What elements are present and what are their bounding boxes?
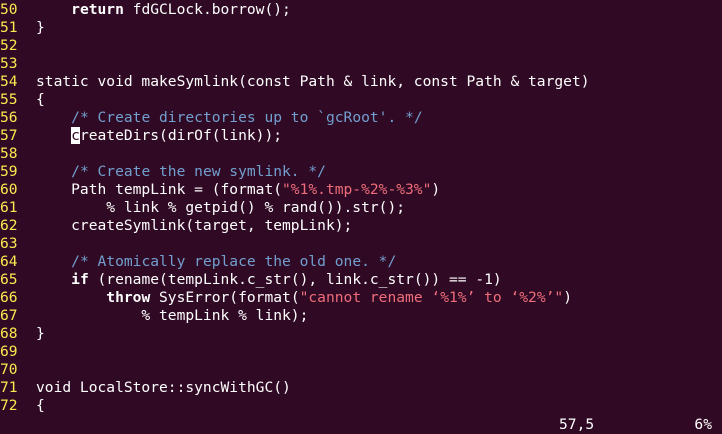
line-number: 63 xyxy=(0,235,18,252)
line-number: 65 xyxy=(0,271,18,288)
code-line[interactable]: 51} xyxy=(0,19,722,37)
status-line: 57,5 6% xyxy=(0,416,722,434)
line-code: throw SysError(format("cannot rename ‘%1… xyxy=(36,289,572,307)
code-text: reateDirs(dirOf(link)); xyxy=(79,127,283,144)
line-number: 52 xyxy=(0,37,18,54)
line-code: /* Atomically replace the old one. */ xyxy=(36,253,396,271)
code-line[interactable]: 55 { xyxy=(0,91,722,109)
code-text: } xyxy=(36,325,45,342)
code-line[interactable]: 61 % link % getpid() % rand()).str(); xyxy=(0,199,722,217)
line-number: 68 xyxy=(0,325,18,342)
line-code: /* Create the new symlink. */ xyxy=(36,163,326,181)
code-line[interactable]: 50 return fdGCLock.borrow(); xyxy=(0,1,722,19)
scroll-percent: 6% xyxy=(694,416,712,433)
line-code: { xyxy=(36,397,45,415)
code-text: % link % getpid() % rand()).str(); xyxy=(36,199,406,216)
line-number: 50 xyxy=(0,1,18,18)
string-literal: "%1%.tmp-%2%-%3%" xyxy=(282,181,432,198)
line-code: /* Create directories up to `gcRoot'. */ xyxy=(36,109,423,127)
line-code: % link % getpid() % rand()).str(); xyxy=(36,199,405,217)
line-code: static void makeSymlink(const Path & lin… xyxy=(36,73,590,91)
code-line[interactable]: 60 Path tempLink = (format("%1%.tmp-%2%-… xyxy=(0,181,722,199)
line-number: 54 xyxy=(0,73,18,90)
code-line[interactable]: 69 xyxy=(0,343,722,361)
line-number: 60 xyxy=(0,181,18,198)
comment: /* Create the new symlink. */ xyxy=(71,163,326,180)
code-line[interactable]: 52 xyxy=(0,37,722,55)
code-line[interactable]: 72 { xyxy=(0,397,722,415)
code-line[interactable]: 71 void LocalStore::syncWithGC() xyxy=(0,379,722,397)
line-number: 61 xyxy=(0,199,18,216)
code-line[interactable]: 62 createSymlink(target, tempLink); xyxy=(0,217,722,235)
line-code: } xyxy=(36,19,45,37)
code-text: void LocalStore::syncWithGC() xyxy=(36,379,291,396)
code-line[interactable]: 56 /* Create directories up to `gcRoot'.… xyxy=(0,109,722,127)
code-line[interactable]: 65 if (rename(tempLink.c_str(), link.c_s… xyxy=(0,271,722,289)
code-line[interactable]: 67 % tempLink % link); xyxy=(0,307,722,325)
code-text: } xyxy=(36,19,45,36)
line-code: { xyxy=(36,91,45,109)
line-number: 56 xyxy=(0,109,18,126)
line-number: 55 xyxy=(0,91,18,108)
line-number: 69 xyxy=(0,343,18,360)
code-line[interactable]: 63 xyxy=(0,235,722,253)
code-line[interactable]: 54 static void makeSymlink(const Path & l… xyxy=(0,73,722,91)
code-line[interactable]: 53 xyxy=(0,55,722,73)
code-line[interactable]: 66 throw SysError(format("cannot rename … xyxy=(0,289,722,307)
text-cursor: c xyxy=(71,127,80,144)
line-number: 66 xyxy=(0,289,18,306)
keyword: throw xyxy=(106,289,151,306)
code-text: (rename(tempLink.c_str(), link.c_str()) … xyxy=(88,271,502,288)
comment: /* Atomically replace the old one. */ xyxy=(71,253,397,270)
code-text: { xyxy=(36,397,45,414)
code-text: fdGCLock.borrow(); xyxy=(123,1,291,18)
code-text: ) xyxy=(431,181,441,198)
cursor-position: 57,5 xyxy=(559,416,595,433)
line-code: Path tempLink = (format("%1%.tmp-%2%-%3%… xyxy=(36,181,440,199)
line-number: 64 xyxy=(0,253,18,270)
string-literal: "cannot rename ‘%1%’ to ‘%2%’" xyxy=(299,289,564,306)
code-line[interactable]: 64 /* Atomically replace the old one. */ xyxy=(0,253,722,271)
line-code: void LocalStore::syncWithGC() xyxy=(36,379,291,397)
line-number: 67 xyxy=(0,307,18,324)
line-number: 70 xyxy=(0,361,18,378)
code-line[interactable]: 57 createDirs(dirOf(link)); xyxy=(0,127,722,145)
code-line[interactable]: 70 xyxy=(0,361,722,379)
code-text: { xyxy=(36,91,45,108)
code-text: Path tempLink = (format( xyxy=(36,181,283,198)
keyword: return xyxy=(71,1,124,18)
line-code: createDirs(dirOf(link)); xyxy=(36,127,282,145)
line-number: 72 xyxy=(0,397,18,414)
line-number: 59 xyxy=(0,163,18,180)
code-editor[interactable]: 50 return fdGCLock.borrow(); 51} 52 53 54 sta… xyxy=(0,1,722,415)
line-number: 51 xyxy=(0,19,18,36)
line-number: 62 xyxy=(0,217,18,234)
line-code: % tempLink % link); xyxy=(36,307,308,325)
code-text: SysError(format( xyxy=(150,289,300,306)
line-code: return fdGCLock.borrow(); xyxy=(36,1,291,19)
line-code: createSymlink(target, tempLink); xyxy=(36,217,352,235)
line-number: 57 xyxy=(0,127,18,144)
code-line[interactable]: 58 xyxy=(0,145,722,163)
line-number: 53 xyxy=(0,55,18,72)
keyword: if xyxy=(71,271,89,288)
code-text: static void makeSymlink(const Path & lin… xyxy=(36,73,590,90)
code-text: ) xyxy=(563,289,572,306)
line-code: if (rename(tempLink.c_str(), link.c_str(… xyxy=(36,271,502,289)
code-text: % tempLink % link); xyxy=(36,307,309,324)
code-line[interactable]: 59 /* Create the new symlink. */ xyxy=(0,163,722,181)
comment: /* Create directories up to `gcRoot'. */ xyxy=(71,109,423,126)
line-number: 58 xyxy=(0,145,18,162)
code-text: createSymlink(target, tempLink); xyxy=(36,217,353,234)
code-line[interactable]: 68} xyxy=(0,325,722,343)
line-code: } xyxy=(36,325,45,343)
line-number: 71 xyxy=(0,379,18,396)
